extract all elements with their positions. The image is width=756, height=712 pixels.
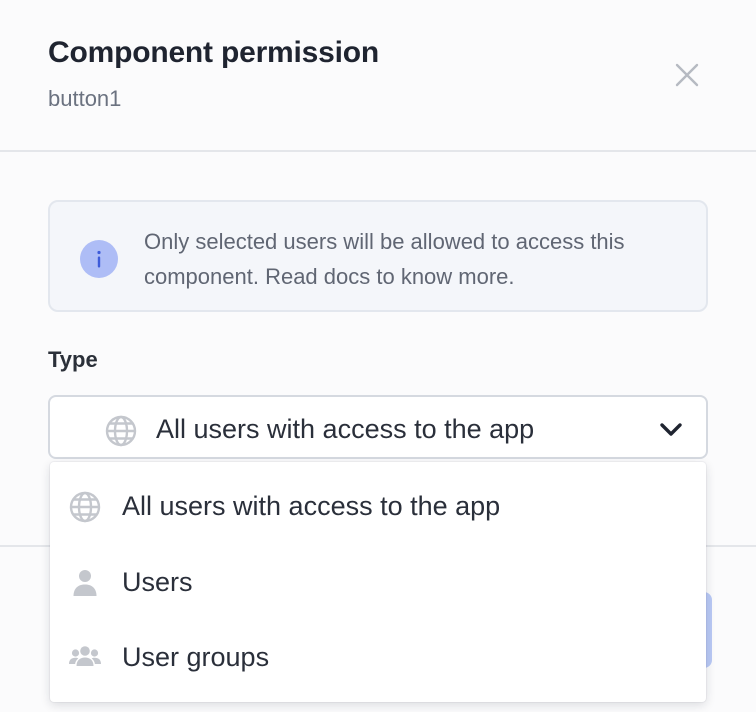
close-icon — [675, 63, 699, 87]
type-select[interactable]: All users with access to the app — [48, 395, 708, 459]
dropdown-option-users[interactable]: Users — [50, 546, 706, 618]
dropdown-option-label: All users with access to the app — [122, 491, 501, 521]
dialog-subtitle: button1 — [48, 86, 122, 111]
type-select-value: All users with access to the app — [156, 414, 535, 444]
globe-icon — [104, 414, 138, 448]
type-dropdown-menu: All users with access to the app Users U… — [50, 462, 706, 702]
dropdown-option-user-groups[interactable]: User groups — [50, 620, 706, 692]
close-button[interactable] — [668, 56, 706, 94]
info-banner: Only selected users will be allowed to a… — [48, 200, 708, 312]
dropdown-option-label: User groups — [122, 642, 270, 672]
chevron-down-icon — [656, 415, 686, 445]
dialog-header: Component permission button1 — [0, 0, 756, 152]
info-text: Only selected users will be allowed to a… — [144, 229, 625, 289]
info-icon — [80, 240, 118, 278]
user-icon — [68, 566, 102, 600]
dropdown-option-all-users[interactable]: All users with access to the app — [50, 470, 706, 542]
type-label: Type — [48, 347, 98, 372]
dialog-title: Component permission — [48, 36, 380, 69]
component-permission-dialog: Component permission button1 Only select… — [0, 0, 756, 712]
globe-icon — [68, 490, 102, 524]
dropdown-option-label: Users — [122, 567, 193, 597]
user-group-icon — [68, 640, 102, 674]
